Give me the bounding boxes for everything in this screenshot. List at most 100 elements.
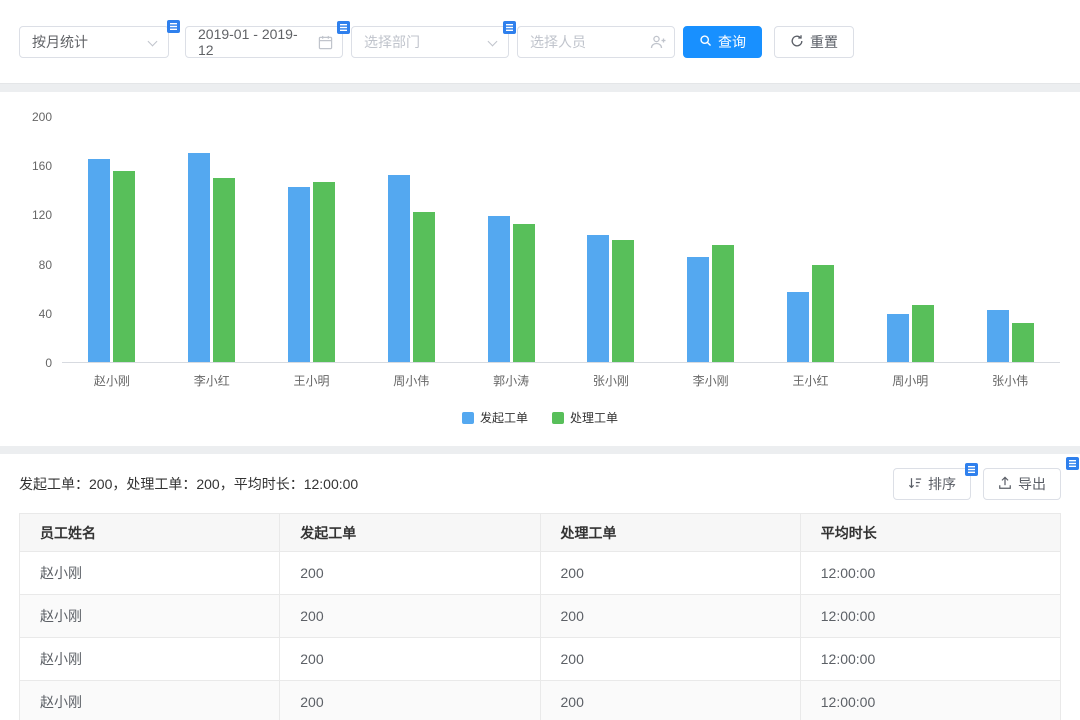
bar-发起工单[interactable] <box>886 314 909 362</box>
date-range-picker[interactable]: 2019-01 - 2019-12 <box>185 21 350 58</box>
table-cell: 200 <box>279 637 541 681</box>
bar-处理工单[interactable] <box>712 245 735 362</box>
chart-plot <box>62 117 1060 363</box>
table-cell: 赵小刚 <box>18 594 281 638</box>
bar-发起工单[interactable] <box>587 235 610 362</box>
x-axis-label: 郭小涛 <box>493 374 530 388</box>
person-input-wrap <box>517 26 675 58</box>
menu-badge-icon[interactable] <box>167 20 180 33</box>
bar-处理工单[interactable] <box>612 240 635 362</box>
x-axis-label: 王小红 <box>792 374 829 388</box>
bar-处理工单[interactable] <box>1011 322 1034 362</box>
table-cell: 200 <box>279 680 541 720</box>
page: 按月统计 2019-01 - 2019-12 选择部门 选择人员 查询 重置 0… <box>0 0 1080 720</box>
summary-row: 发起工单：200，处理工单：200，平均时长：12:00:00 排序 导出 <box>19 454 1061 513</box>
y-axis-label: 160 <box>31 159 52 174</box>
export-button[interactable]: 导出 <box>983 468 1061 500</box>
legend-item[interactable]: 处理工单 <box>552 409 618 426</box>
chart-panel: 0 40 80 120 160 200 赵小刚 李小红 王小明 周小伟 郭小涛 张小刚 李小刚 王小红 周… <box>0 92 1080 446</box>
bar-group <box>487 215 535 362</box>
x-axis-label: 赵小刚 <box>93 374 130 388</box>
menu-badge-icon[interactable] <box>337 21 350 34</box>
results-table-head: 员工姓名 发起工单 处理工单 平均时长 <box>18 513 1062 552</box>
legend-swatch <box>461 411 474 424</box>
bar-group <box>886 305 934 362</box>
table-row: 赵小刚 200 200 12:00:00 <box>18 680 1062 720</box>
x-axis-label: 周小伟 <box>393 374 430 388</box>
table-cell: 200 <box>279 551 541 595</box>
table-cell: 200 <box>279 594 541 638</box>
department-placeholder: 选择部门 <box>364 34 420 50</box>
y-axis-label: 0 <box>45 356 52 370</box>
legend-swatch <box>552 411 564 424</box>
table-header-cell: 员工姓名 <box>18 513 281 552</box>
bar-发起工单[interactable] <box>287 187 310 362</box>
y-axis-label: 80 <box>38 257 52 272</box>
table-cell: 200 <box>539 551 801 595</box>
menu-badge-icon[interactable] <box>965 463 978 476</box>
export-icon <box>998 475 1012 493</box>
results-panel: 发起工单：200，处理工单：200，平均时长：12:00:00 排序 导出 员工… <box>0 454 1080 720</box>
user-plus-icon <box>650 34 666 55</box>
x-axis-label: 李小红 <box>193 374 230 388</box>
x-axis-label: 周小明 <box>892 374 929 388</box>
bar-处理工单[interactable] <box>412 211 435 362</box>
stat-type-select[interactable]: 按月统计 <box>19 20 180 58</box>
x-axis-label: 王小明 <box>293 374 330 388</box>
reset-button[interactable]: 重置 <box>774 26 854 58</box>
bar-处理工单[interactable] <box>113 171 136 362</box>
legend-label: 发起工单 <box>479 411 528 425</box>
bar-group <box>687 245 735 362</box>
y-axis-label: 200 <box>31 110 52 124</box>
bar-处理工单[interactable] <box>512 224 535 362</box>
table-row: 赵小刚 200 200 12:00:00 <box>18 551 1062 595</box>
bar-发起工单[interactable] <box>88 159 111 362</box>
query-button[interactable]: 查询 <box>683 26 762 58</box>
bar-处理工单[interactable] <box>811 264 834 362</box>
table-cell: 赵小刚 <box>18 551 281 595</box>
bar-group <box>587 235 635 362</box>
bar-发起工单[interactable] <box>487 215 510 362</box>
table-cell: 12:00:00 <box>799 594 1062 638</box>
sort-icon <box>908 476 922 493</box>
legend-item[interactable]: 发起工单 <box>461 409 528 426</box>
menu-badge-icon[interactable] <box>1066 457 1079 470</box>
bar-group <box>786 264 834 362</box>
filter-bar: 按月统计 2019-01 - 2019-12 选择部门 选择人员 查询 重置 <box>0 0 1080 84</box>
table-cell: 赵小刚 <box>18 680 281 720</box>
table-cell: 12:00:00 <box>799 680 1062 720</box>
x-axis-label: 张小伟 <box>992 374 1029 388</box>
bar-group <box>188 152 236 362</box>
bar-发起工单[interactable] <box>786 291 809 362</box>
export-button-label: 导出 <box>1018 476 1046 492</box>
bar-处理工单[interactable] <box>312 182 335 362</box>
bar-发起工单[interactable] <box>687 257 710 362</box>
legend-label: 处理工单 <box>570 411 619 425</box>
chart-legend: 发起工单 处理工单 <box>20 409 1060 426</box>
chevron-down-icon <box>487 36 498 47</box>
sort-button-label: 排序 <box>928 476 956 492</box>
table-cell: 200 <box>539 637 801 681</box>
query-button-label: 查询 <box>718 34 746 50</box>
bar-发起工单[interactable] <box>387 175 410 362</box>
table-cell: 200 <box>539 680 801 720</box>
table-header-row: 员工姓名 发起工单 处理工单 平均时长 <box>18 513 1062 552</box>
search-icon <box>699 34 712 50</box>
department-select[interactable]: 选择部门 <box>351 21 516 58</box>
y-axis-label: 120 <box>31 208 52 223</box>
y-axis-label: 40 <box>38 306 52 321</box>
x-axis-labels: 赵小刚 李小红 王小明 周小伟 郭小涛 张小刚 李小刚 王小红 周小明 张小伟 <box>62 372 1060 389</box>
y-axis: 0 40 80 120 160 200 <box>20 110 52 370</box>
bar-group <box>287 182 335 362</box>
bar-处理工单[interactable] <box>213 177 236 362</box>
menu-badge-icon[interactable] <box>503 21 516 34</box>
bar-处理工单[interactable] <box>911 305 934 362</box>
summary-text: 发起工单：200，处理工单：200，平均时长：12:00:00 <box>19 476 359 492</box>
bar-chart: 0 40 80 120 160 200 赵小刚 李小红 王小明 周小伟 郭小涛 张小刚 李小刚 王小红 周… <box>20 110 1060 426</box>
table-cell: 12:00:00 <box>799 637 1062 681</box>
sort-button[interactable]: 排序 <box>893 463 978 500</box>
x-axis-label: 张小刚 <box>592 374 629 388</box>
table-cell: 赵小刚 <box>18 637 281 681</box>
bar-发起工单[interactable] <box>188 152 211 362</box>
bar-发起工单[interactable] <box>986 310 1009 362</box>
